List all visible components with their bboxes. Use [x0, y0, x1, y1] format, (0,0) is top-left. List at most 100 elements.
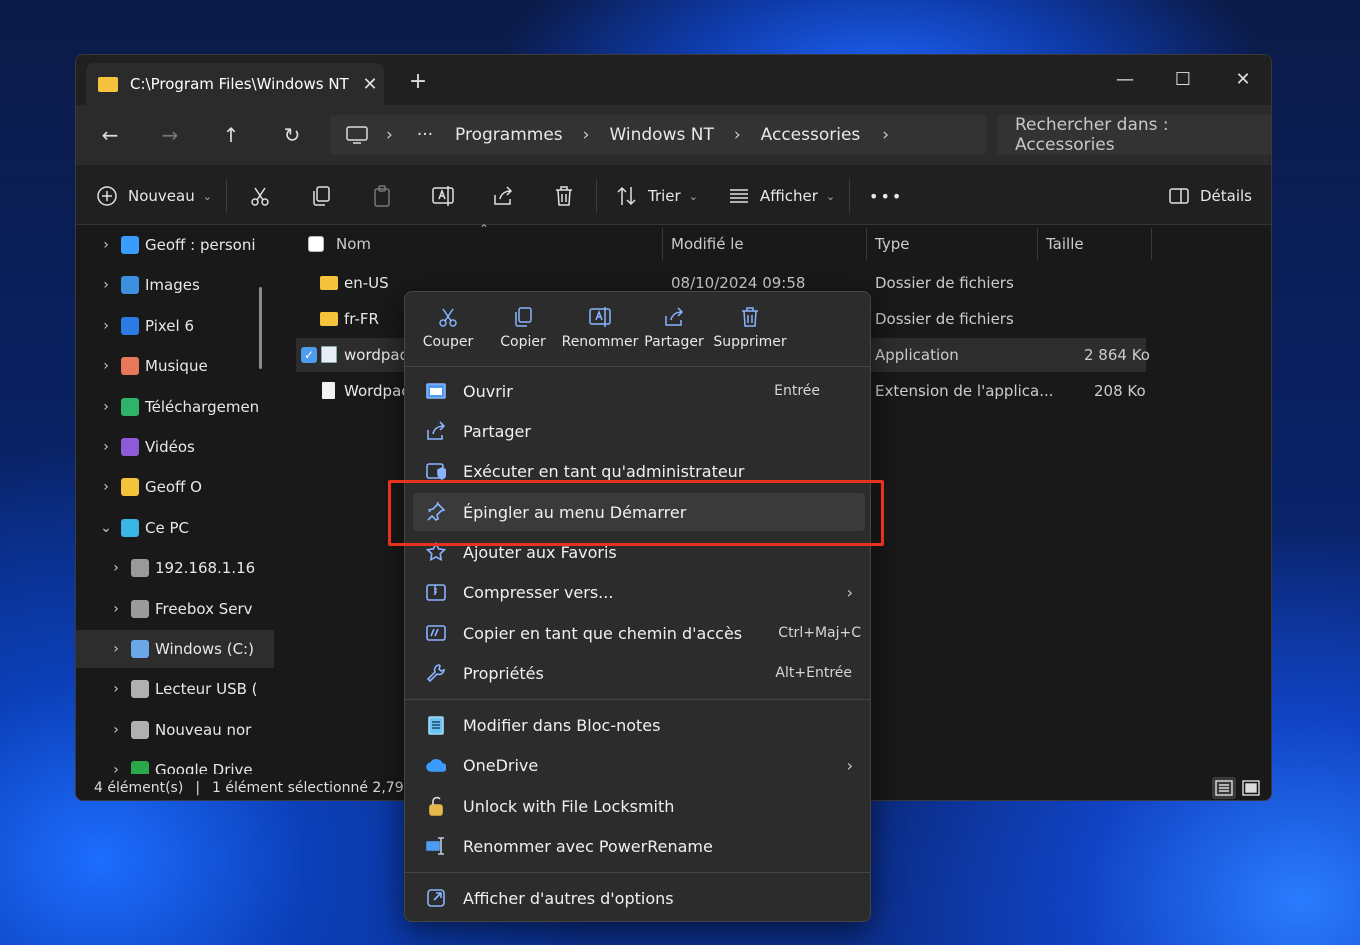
checkbox-checked-icon[interactable]: ✓ [301, 347, 317, 363]
refresh-button[interactable]: ↻ [277, 123, 307, 149]
column-divider[interactable] [662, 228, 663, 260]
sidebar-item-videos[interactable]: › Vidéos [76, 428, 274, 466]
menu-item-label: Afficher d'autres d'options [463, 888, 674, 908]
quick-action-share[interactable]: Partager [634, 306, 714, 362]
up-button[interactable]: ↑ [216, 123, 246, 149]
menu-item-file-locksmith[interactable]: Unlock with File Locksmith [413, 787, 865, 825]
rename-button[interactable] [431, 183, 455, 209]
column-header-name[interactable]: Nom [308, 226, 371, 262]
maximize-button[interactable]: ☐ [1154, 61, 1212, 97]
chevron-down-icon[interactable]: ⌄ [95, 520, 117, 536]
file-type: Dossier de fichiers [875, 310, 1014, 328]
copy-button[interactable] [310, 183, 332, 209]
cut-button[interactable] [249, 183, 271, 209]
view-button[interactable]: Afficher ⌄ [728, 183, 835, 209]
menu-item-show-more-options[interactable]: Afficher d'autres d'options [413, 879, 865, 917]
chevron-right-icon[interactable]: › [105, 722, 127, 738]
details-label: Détails [1200, 187, 1253, 205]
close-window-button[interactable]: ✕ [1214, 61, 1271, 97]
breadcrumb-accessories[interactable]: Accessories [761, 125, 861, 145]
quick-action-label: Couper [422, 334, 474, 350]
minimize-button[interactable]: — [1096, 61, 1154, 97]
menu-item-open[interactable]: Ouvrir Entrée [413, 372, 865, 410]
chevron-right-icon[interactable]: › [105, 681, 127, 697]
chevron-right-icon[interactable]: › [95, 358, 117, 374]
sidebar-item-windows-c[interactable]: › Windows (C:) [76, 630, 274, 668]
column-divider[interactable] [1037, 228, 1038, 260]
quick-action-rename[interactable]: Renommer [560, 306, 640, 362]
new-label: Nouveau [128, 187, 195, 205]
share-button[interactable] [492, 183, 514, 209]
menu-item-share[interactable]: Partager [413, 412, 865, 450]
column-header-size[interactable]: Taille [1046, 226, 1084, 262]
chevron-right-icon[interactable]: › [95, 237, 117, 253]
chevron-right-icon: › [846, 755, 853, 775]
chevron-right-icon[interactable]: › [105, 601, 127, 617]
menu-item-properties[interactable]: Propriétés Alt+Entrée [413, 654, 865, 692]
quick-action-cut[interactable]: Couper [408, 306, 488, 362]
sidebar-item-pixel-6[interactable]: › Pixel 6 [76, 307, 274, 345]
breadcrumb-separator[interactable]: › [882, 125, 889, 145]
new-tab-button[interactable]: + [406, 69, 430, 94]
breadcrumb-more[interactable]: ··· [417, 125, 433, 145]
sidebar-item-label: Nouveau nor [155, 721, 252, 739]
sidebar-scrollbar[interactable] [259, 287, 262, 369]
search-input[interactable]: Rechercher dans : Accessories [997, 115, 1271, 155]
address-bar[interactable]: › ··· Programmes › Windows NT › Accessor… [330, 115, 986, 155]
document-icon [322, 382, 335, 399]
breadcrumb-separator: › [386, 125, 393, 145]
menu-item-copy-as-path[interactable]: Copier en tant que chemin d'accès Ctrl+M… [413, 614, 865, 652]
column-header-modified[interactable]: Modifié le [671, 226, 744, 262]
sidebar-item-images[interactable]: › Images [76, 266, 274, 304]
sidebar-item-this-pc[interactable]: ⌄ Ce PC [76, 509, 274, 547]
column-divider[interactable] [866, 228, 867, 260]
chevron-right-icon[interactable]: › [105, 560, 127, 576]
quick-action-delete[interactable]: Supprimer [710, 306, 790, 362]
tiles-view-toggle[interactable] [1239, 777, 1263, 799]
sidebar-item-onedrive[interactable]: › Geoff : personi [76, 226, 274, 264]
back-button[interactable]: ← [95, 123, 125, 149]
close-tab-icon[interactable]: ✕ [356, 74, 384, 95]
column-divider[interactable] [1151, 228, 1152, 260]
chevron-right-icon[interactable]: › [95, 439, 117, 455]
more-options-button[interactable]: ••• [869, 183, 903, 209]
sidebar-item-label: Musique [145, 357, 208, 375]
chevron-right-icon[interactable]: › [95, 479, 117, 495]
menu-item-onedrive[interactable]: OneDrive › [413, 746, 865, 784]
menu-item-edit-notepad[interactable]: Modifier dans Bloc-notes [413, 706, 865, 744]
breadcrumb-programmes[interactable]: Programmes [455, 125, 563, 145]
details-view-toggle[interactable] [1212, 777, 1236, 799]
delete-button[interactable] [553, 183, 575, 209]
quick-action-label: Renommer [561, 334, 639, 350]
chevron-right-icon[interactable]: › [95, 318, 117, 334]
chevron-right-icon[interactable]: › [105, 762, 127, 774]
sidebar-item-geoff-o[interactable]: › Geoff O [76, 468, 274, 506]
chevron-down-icon: ⌄ [202, 189, 212, 203]
select-all-checkbox[interactable] [308, 236, 324, 252]
sidebar-item-network-192[interactable]: › 192.168.1.16 [76, 549, 274, 587]
sort-button[interactable]: Trier ⌄ [616, 183, 698, 209]
forward-button[interactable]: → [155, 123, 185, 149]
videos-icon [121, 438, 139, 456]
column-header-type[interactable]: Type [875, 226, 909, 262]
quick-action-copy[interactable]: Copier [483, 306, 563, 362]
new-button[interactable]: Nouveau ⌄ [96, 183, 212, 209]
breadcrumb-windows-nt[interactable]: Windows NT [609, 125, 713, 145]
chevron-right-icon[interactable]: › [95, 399, 117, 415]
sidebar-item-music[interactable]: › Musique [76, 347, 274, 385]
sidebar-item-downloads[interactable]: › Téléchargemen [76, 388, 274, 426]
chevron-right-icon[interactable]: › [95, 277, 117, 293]
sidebar-item-freebox-server[interactable]: › Freebox Serv [76, 590, 274, 628]
trash-icon [556, 186, 572, 206]
menu-item-powerrename[interactable]: Renommer avec PowerRename [413, 827, 865, 865]
tab-windows-nt[interactable]: C:\Program Files\Windows NT ✕ [86, 63, 384, 105]
file-name: fr-FR [344, 310, 379, 328]
scissors-icon [251, 187, 269, 206]
paste-button[interactable] [371, 183, 393, 209]
sidebar-item-new-volume[interactable]: › Nouveau nor [76, 711, 274, 749]
sidebar-item-google-drive[interactable]: › Google Drive [76, 751, 274, 774]
chevron-right-icon[interactable]: › [105, 641, 127, 657]
sidebar-item-usb-drive[interactable]: › Lecteur USB ( [76, 670, 274, 708]
details-button[interactable]: Détails [1168, 183, 1252, 209]
menu-item-compress[interactable]: Compresser vers... › [413, 573, 865, 611]
